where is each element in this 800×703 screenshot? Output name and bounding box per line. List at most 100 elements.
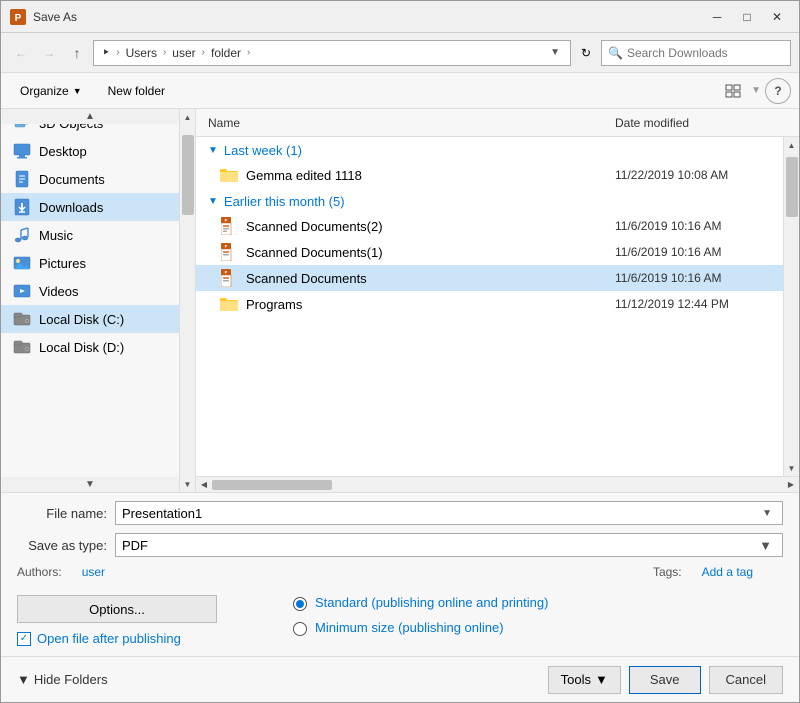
left-actions: Options... ✓ Open file after publishing bbox=[17, 595, 217, 646]
sidebar-item-local-disk-c[interactable]: Local Disk (C:) bbox=[1, 305, 179, 333]
close-button[interactable]: ✕ bbox=[763, 6, 791, 28]
sidebar-wrapper: ▲ 3D Objects bbox=[1, 109, 196, 492]
minimum-radio-label: Minimum size (publishing online) bbox=[315, 620, 504, 637]
tools-dropdown-icon: ▼ bbox=[595, 672, 608, 687]
sidebar-scroll-up-arrow[interactable]: ▲ bbox=[180, 109, 195, 125]
svg-text:P: P bbox=[15, 13, 22, 24]
file-name-input[interactable] bbox=[122, 506, 758, 521]
standard-radio-button[interactable] bbox=[293, 597, 307, 611]
bottom-panel: File name: ▼ Save as type: PDF ▼ Authors… bbox=[1, 492, 799, 656]
address-user[interactable]: user bbox=[170, 45, 197, 61]
tags-value[interactable]: Add a tag bbox=[702, 565, 753, 579]
pictures-icon bbox=[13, 254, 31, 272]
hide-folders-arrow-icon: ▼ bbox=[17, 672, 30, 687]
sidebar-item-documents[interactable]: Documents bbox=[1, 165, 179, 193]
new-folder-button[interactable]: New folder bbox=[97, 78, 176, 104]
save-type-select[interactable]: PDF ▼ bbox=[115, 533, 783, 557]
search-icon: 🔍 bbox=[608, 46, 623, 60]
file-name-scanned0: Scanned Documents bbox=[246, 271, 607, 286]
title-bar: P Save As ─ □ ✕ bbox=[1, 1, 799, 33]
file-date-scanned1: 11/6/2019 10:16 AM bbox=[615, 245, 775, 259]
file-item-scanned1[interactable]: P Scanned Documents(1) 11/6/2019 10:16 A… bbox=[196, 239, 783, 265]
cancel-button[interactable]: Cancel bbox=[709, 666, 783, 694]
search-input[interactable] bbox=[627, 46, 784, 60]
right-actions: Standard (publishing online and printing… bbox=[293, 595, 548, 637]
sidebar-item-music[interactable]: Music bbox=[1, 221, 179, 249]
group-header-last-week[interactable]: ▼ Last week (1) bbox=[196, 137, 783, 162]
file-scroll-down-arrow[interactable]: ▼ bbox=[784, 460, 799, 476]
minimum-radio-row[interactable]: Minimum size (publishing online) bbox=[293, 620, 548, 637]
tools-button[interactable]: Tools ▼ bbox=[548, 666, 621, 694]
hide-folders-button[interactable]: ▼ Hide Folders bbox=[17, 672, 108, 687]
sidebar-scroll-thumb[interactable] bbox=[182, 135, 194, 215]
address-downloads[interactable]: folder bbox=[209, 45, 243, 61]
authors-tags-row: Authors: user Tags: Add a tag bbox=[1, 565, 799, 589]
save-as-dialog: P Save As ─ □ ✕ ← → ↑ ‣ › Users › user ›… bbox=[0, 0, 800, 703]
address-dropdown-button[interactable]: ▼ bbox=[546, 45, 564, 60]
local-disk-d-icon bbox=[13, 338, 31, 356]
file-name-label: File name: bbox=[17, 506, 107, 521]
sidebar-item-pictures[interactable]: Pictures bbox=[1, 249, 179, 277]
file-scroll-thumb[interactable] bbox=[786, 157, 798, 217]
back-button[interactable]: ← bbox=[9, 41, 33, 65]
maximize-button[interactable]: □ bbox=[733, 6, 761, 28]
sidebar-label-music: Music bbox=[39, 228, 73, 243]
address-bar[interactable]: ‣ › Users › user › folder › ▼ bbox=[93, 40, 571, 66]
sidebar-item-downloads[interactable]: Downloads bbox=[1, 193, 179, 221]
address-icon[interactable]: ‣ bbox=[100, 43, 112, 62]
refresh-button[interactable]: ↻ bbox=[575, 42, 597, 64]
standard-radio-row[interactable]: Standard (publishing online and printing… bbox=[293, 595, 548, 612]
tags-label: Tags: bbox=[653, 565, 682, 579]
horizontal-scrollbar: ◀ ▶ bbox=[196, 476, 799, 492]
folder-icon-gemma bbox=[220, 166, 238, 184]
group-header-earlier[interactable]: ▼ Earlier this month (5) bbox=[196, 188, 783, 213]
sidebar-item-local-disk-d[interactable]: Local Disk (D:) bbox=[1, 333, 179, 361]
minimize-button[interactable]: ─ bbox=[703, 6, 731, 28]
local-disk-c-icon bbox=[13, 310, 31, 328]
sidebar-item-desktop[interactable]: Desktop bbox=[1, 137, 179, 165]
h-scroll-left-arrow[interactable]: ◀ bbox=[196, 477, 212, 492]
footer-bar: ▼ Hide Folders Tools ▼ Save Cancel bbox=[1, 656, 799, 702]
sidebar: ▲ 3D Objects bbox=[1, 109, 179, 492]
documents-icon bbox=[13, 170, 31, 188]
forward-button[interactable]: → bbox=[37, 41, 61, 65]
save-type-dropdown-icon[interactable]: ▼ bbox=[755, 538, 776, 553]
sidebar-label-downloads: Downloads bbox=[39, 200, 103, 215]
file-name-dropdown-icon[interactable]: ▼ bbox=[758, 508, 776, 519]
help-button[interactable]: ? bbox=[765, 78, 791, 104]
view-button[interactable] bbox=[719, 78, 747, 104]
file-item-scanned2[interactable]: P Scanned Documents(2) 11/6/2019 10:16 A… bbox=[196, 213, 783, 239]
file-item-gemma[interactable]: Gemma edited 1118 11/22/2019 10:08 AM bbox=[196, 162, 783, 188]
h-scroll-right-arrow[interactable]: ▶ bbox=[783, 477, 799, 492]
tools-label: Tools bbox=[561, 672, 591, 687]
sidebar-scroll-down[interactable]: ▼ bbox=[1, 477, 179, 492]
options-button[interactable]: Options... bbox=[17, 595, 217, 623]
file-date-programs: 11/12/2019 12:44 PM bbox=[615, 297, 775, 311]
address-users[interactable]: Users bbox=[124, 45, 159, 61]
file-item-scanned0[interactable]: P Scanned Documents 11/6/2019 10:16 AM bbox=[196, 265, 783, 291]
up-button[interactable]: ↑ bbox=[65, 41, 89, 65]
date-column-header[interactable]: Date modified bbox=[615, 116, 775, 130]
sidebar-scroll-down-arrow[interactable]: ▼ bbox=[180, 476, 195, 492]
organize-button[interactable]: Organize ▼ bbox=[9, 78, 93, 104]
sidebar-item-videos[interactable]: Videos bbox=[1, 277, 179, 305]
h-scroll-thumb[interactable] bbox=[212, 480, 332, 490]
actions-row: Options... ✓ Open file after publishing … bbox=[1, 589, 799, 656]
open-file-checkbox[interactable]: ✓ bbox=[17, 632, 31, 646]
pptx-icon-scanned0: P bbox=[220, 269, 238, 287]
file-scroll-up-arrow[interactable]: ▲ bbox=[784, 137, 799, 153]
minimum-radio-button[interactable] bbox=[293, 622, 307, 636]
authors-value[interactable]: user bbox=[82, 565, 105, 579]
save-button[interactable]: Save bbox=[629, 666, 701, 694]
name-column-header[interactable]: Name bbox=[204, 116, 615, 130]
sidebar-scroll-up[interactable]: ▲ bbox=[1, 109, 179, 124]
save-type-label: Save as type: bbox=[17, 538, 107, 553]
file-item-programs[interactable]: Programs 11/12/2019 12:44 PM bbox=[196, 291, 783, 317]
svg-text:P: P bbox=[225, 270, 228, 275]
save-type-row: Save as type: PDF ▼ bbox=[1, 533, 799, 565]
open-file-checkbox-row[interactable]: ✓ Open file after publishing bbox=[17, 631, 217, 646]
open-file-label: Open file after publishing bbox=[37, 631, 181, 646]
file-scrollbar: ▲ ▼ bbox=[783, 137, 799, 476]
sidebar-label-local-disk-d: Local Disk (D:) bbox=[39, 340, 124, 355]
file-name-field[interactable]: ▼ bbox=[115, 501, 783, 525]
